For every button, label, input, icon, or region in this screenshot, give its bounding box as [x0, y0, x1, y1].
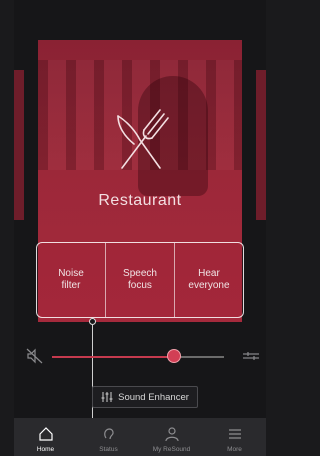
equalizer-icon[interactable] [243, 351, 259, 361]
tab-my-resound-label: My ReSound [152, 446, 191, 453]
tab-more-label: More [227, 446, 242, 453]
sound-focus-panel: Noise filter Speech focus Hear everyone [36, 242, 244, 318]
noise-filter-label: Noise filter [58, 268, 84, 291]
tab-more[interactable]: More [203, 418, 266, 456]
volume-slider-thumb[interactable] [167, 349, 181, 363]
sound-enhancer-label: Sound Enhancer [118, 391, 189, 403]
next-program-card[interactable] [256, 70, 266, 220]
hear-everyone-label: Hear everyone [188, 268, 230, 291]
volume-slider-track[interactable] [52, 356, 224, 358]
program-name: Restaurant [98, 192, 182, 209]
speech-focus-option[interactable]: Speech focus [105, 243, 174, 317]
tab-home-label: Home [36, 446, 55, 453]
tab-bar: Home Status My ReSound More [14, 418, 266, 456]
speech-focus-label: Speech focus [123, 268, 157, 291]
app-screen: Restaurant Noise filter Speech focus Hea… [14, 0, 266, 456]
volume-slider-fill [52, 356, 181, 358]
speaker-mute-icon[interactable] [26, 348, 44, 364]
person-icon [164, 427, 179, 442]
sound-enhancer-button[interactable]: Sound Enhancer [92, 386, 198, 408]
tab-status[interactable]: Status [77, 418, 140, 456]
tab-my-resound[interactable]: My ReSound [140, 418, 203, 456]
home-icon [38, 427, 53, 441]
hearing-icon [103, 428, 114, 440]
noise-filter-option[interactable]: Noise filter [37, 243, 105, 317]
sliders-icon [101, 392, 113, 402]
tab-home[interactable]: Home [14, 418, 77, 456]
hear-everyone-option[interactable]: Hear everyone [174, 243, 243, 317]
previous-program-card[interactable] [14, 70, 24, 220]
menu-icon [228, 429, 241, 439]
tab-status-label: Status [99, 446, 118, 453]
knife-fork-icon [117, 109, 169, 169]
